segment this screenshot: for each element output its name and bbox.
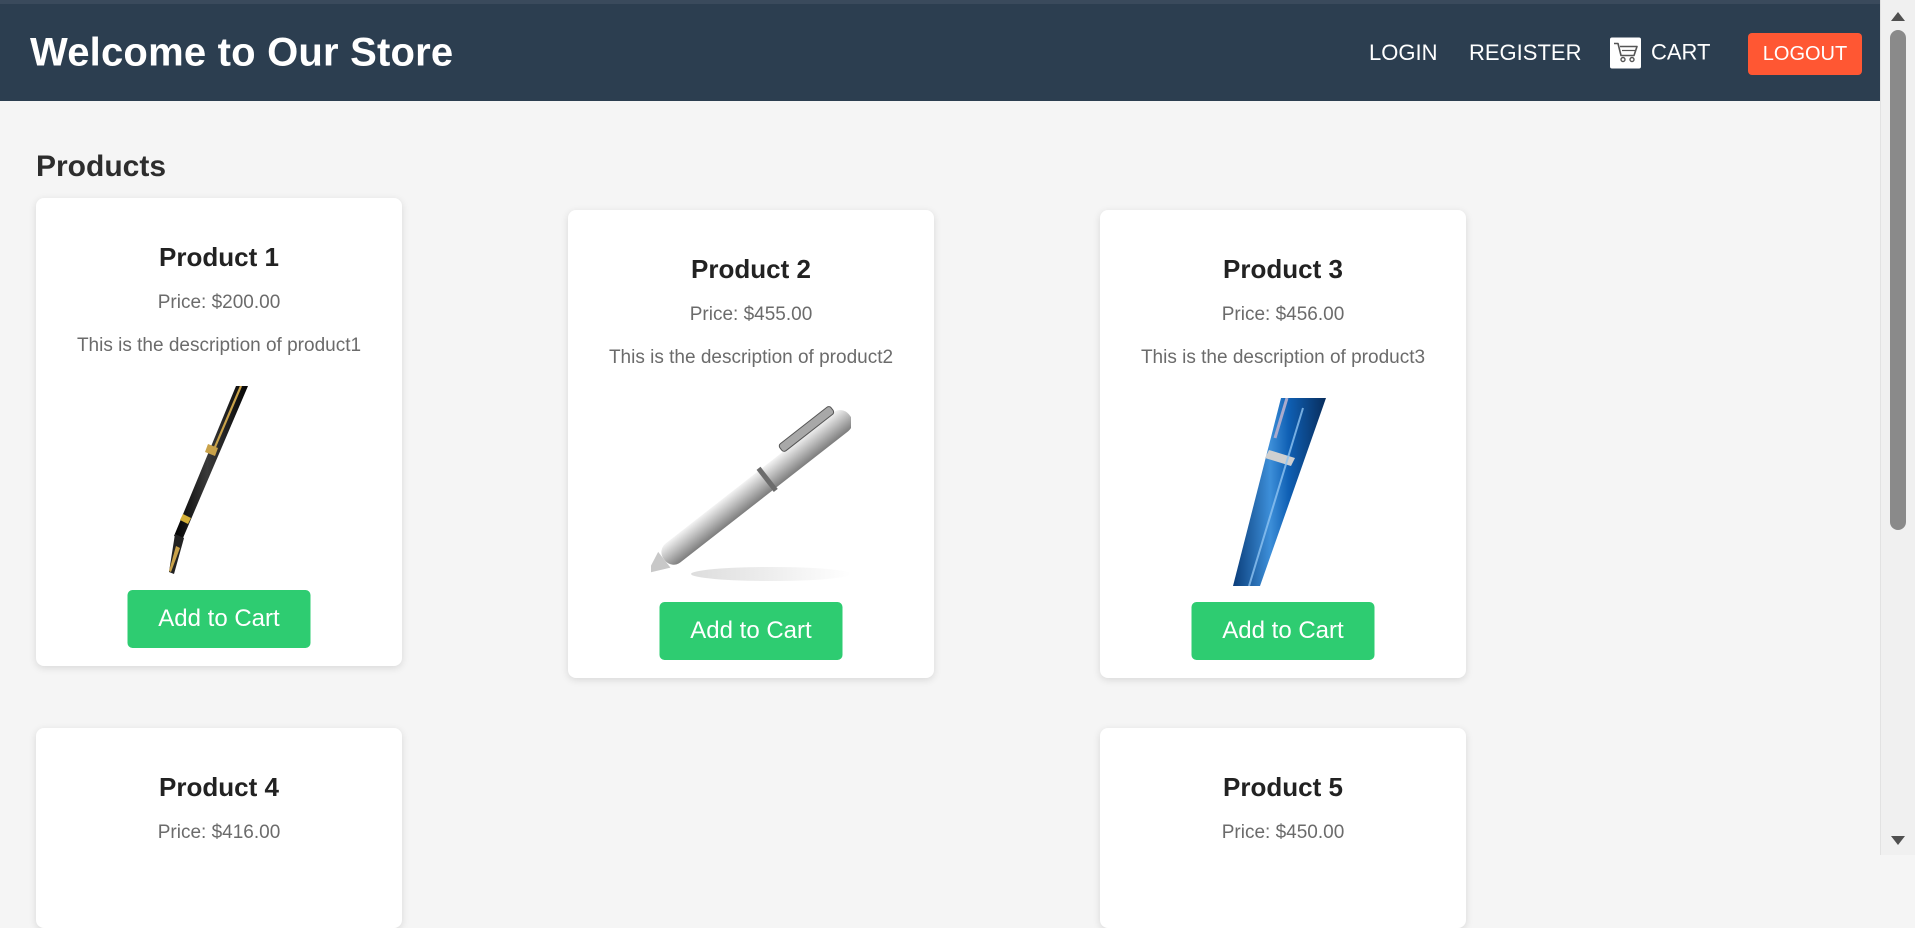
logout-button[interactable]: Logout	[1748, 33, 1862, 75]
add-to-cart-button[interactable]: Add to Cart	[1191, 602, 1375, 660]
product-price: Price: $456.00	[1221, 304, 1345, 325]
product-name: Product 1	[159, 242, 279, 272]
site-title: Welcome to Our Store	[30, 30, 454, 74]
scroll-down-arrow-icon[interactable]	[1891, 836, 1905, 845]
product-description: This is the description of product1	[76, 335, 362, 356]
nav-cart-label: Cart	[1651, 39, 1711, 65]
scrollbar-thumb[interactable]	[1890, 30, 1906, 530]
product-card-1: Product 1 Price: $200.00 This is the des…	[36, 198, 402, 666]
product-name: Product 5	[1223, 772, 1343, 802]
product-name: Product 4	[159, 772, 279, 802]
add-to-cart-button[interactable]: Add to Cart	[659, 602, 843, 660]
product-price: Price: $416.00	[157, 822, 281, 843]
vertical-scrollbar[interactable]	[1880, 0, 1915, 855]
nav-register-link[interactable]: Register	[1469, 40, 1581, 66]
product-card-3: Product 3 Price: $456.00 This is the des…	[1100, 210, 1466, 678]
product-description: This is the description of product2	[608, 347, 894, 368]
nav-login-link[interactable]: Login	[1369, 40, 1437, 66]
product-card-2: Product 2 Price: $455.00 This is the des…	[568, 210, 934, 678]
section-title-products: Products	[36, 150, 167, 183]
scroll-up-arrow-icon[interactable]	[1891, 12, 1905, 21]
product-image-blue-pen	[1183, 397, 1383, 587]
product-name: Product 3	[1223, 254, 1343, 284]
product-name: Product 2	[691, 254, 811, 284]
product-card-4: Product 4 Price: $416.00	[36, 728, 402, 928]
product-card-5: Product 5 Price: $450.00	[1100, 728, 1466, 928]
product-price: Price: $450.00	[1221, 822, 1345, 843]
product-image-fountain-pen	[119, 385, 319, 574]
cart-icon	[1610, 37, 1641, 68]
nav-cart-link[interactable]: Cart	[1610, 37, 1711, 68]
product-image-silver-pen	[646, 398, 853, 586]
product-price: Price: $200.00	[157, 292, 281, 313]
add-to-cart-button[interactable]: Add to Cart	[127, 590, 311, 648]
product-description: This is the description of product3	[1140, 347, 1426, 368]
site-header: Welcome to Our Store Login Register Cart…	[0, 4, 1881, 101]
product-price: Price: $455.00	[689, 304, 813, 325]
